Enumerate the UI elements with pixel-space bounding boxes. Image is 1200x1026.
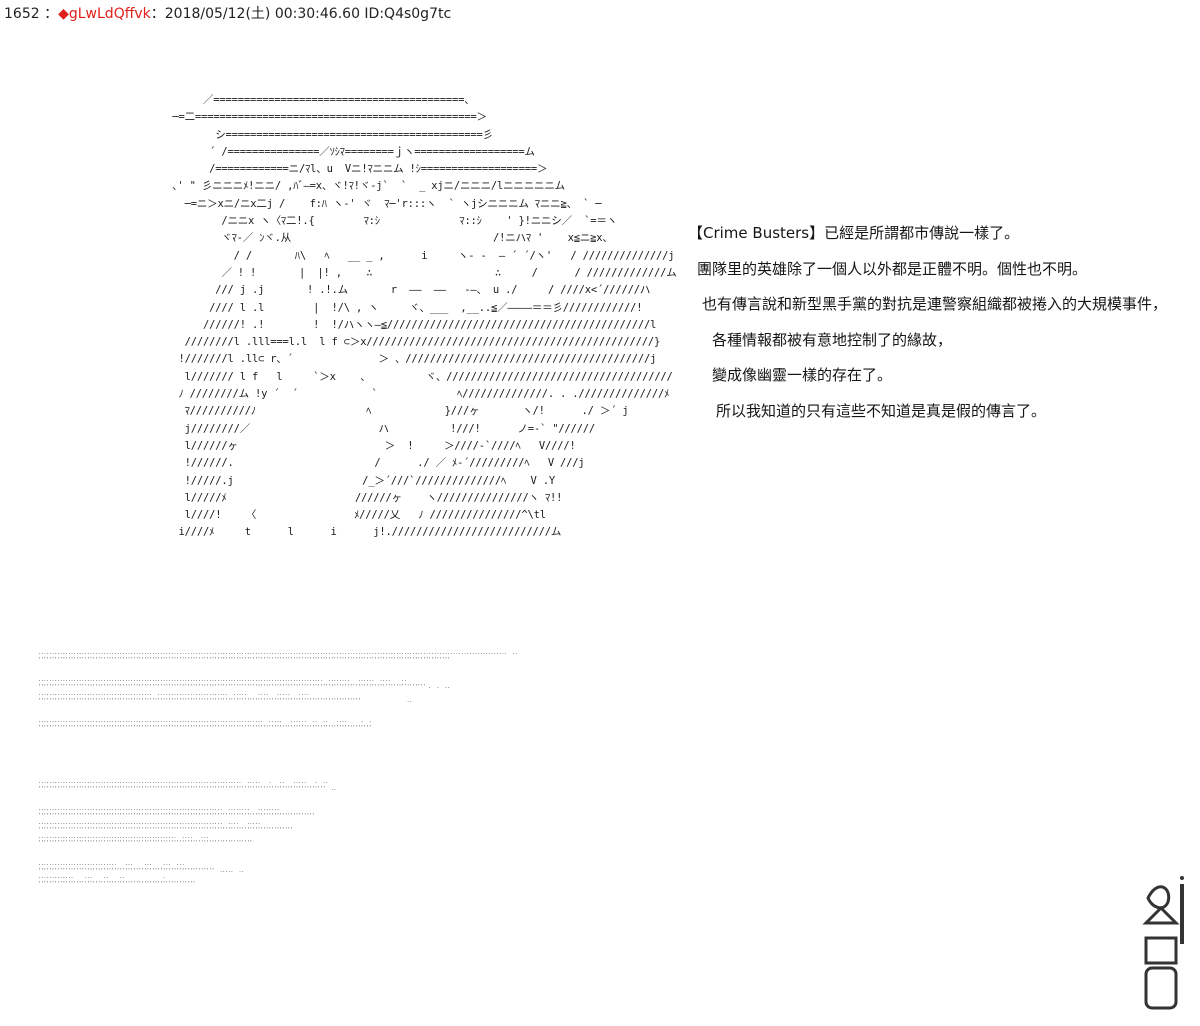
narration-line-3: 也有傳言說和新型黑手黨的對抗是連警察組織都被捲入的大規模事件， — [702, 295, 1168, 313]
narration-line-1: 【Crime Busters】已經是所謂都市傳說一樣了。 — [688, 224, 1020, 242]
post-datetime-id: ：2018/05/12(土) 00:30:46.60 ID:Q4s0g7tc — [150, 6, 452, 22]
narration-line-4: 各種情報都被有意地控制了的緣故， — [712, 330, 953, 349]
site-watermark-logo — [1138, 868, 1192, 1016]
diamond-icon: ◆ — [58, 6, 69, 22]
post-separator: ： — [39, 6, 59, 22]
narration-block: 【Crime Busters】已經是所謂都市傳說一樣了。 團隊里的英雄除了一個人… — [688, 216, 1167, 429]
watermark-mark-icon — [1142, 876, 1184, 1010]
post-number: 1652 — [4, 6, 40, 22]
post-header: 1652 ：◆gLwLdQffvk：2018/05/12(土) 00:30:46… — [4, 4, 451, 24]
narration-line-5: 變成像幽靈一樣的存在了。 — [712, 366, 893, 384]
poster-trip[interactable]: gLwLdQffvk — [69, 6, 151, 22]
ascii-art: ／=======================================… — [172, 94, 677, 539]
narration-line-2: 團隊里的英雄除了一個人以外都是正體不明。個性也不明。 — [697, 259, 1088, 278]
narration-line-6: 所以我知道的只有這些不知道是真是假的傳言了。 — [716, 401, 1047, 420]
dotted-filler: ........................................… — [38, 650, 518, 888]
